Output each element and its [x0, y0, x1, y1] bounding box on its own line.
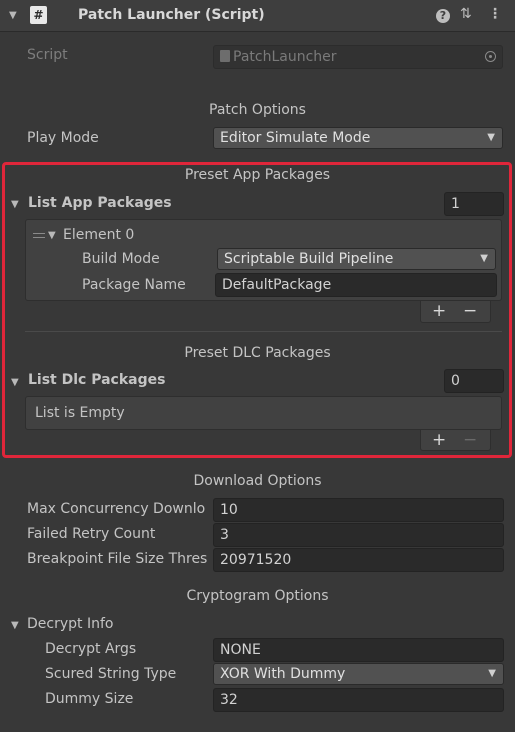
script-object-field[interactable]: PatchLauncher	[213, 45, 503, 69]
list-app-packages-label[interactable]: List App Packages	[28, 195, 172, 211]
dummy-size-input[interactable]: 32	[213, 688, 504, 712]
play-mode-label: Play Mode	[27, 130, 99, 146]
menu-icon[interactable]: ⋮	[488, 6, 502, 22]
component-foldout-icon[interactable]: ▼	[9, 10, 17, 21]
package-name-label: Package Name	[82, 277, 186, 293]
string-type-label: Scured String Type	[45, 666, 177, 682]
component-enabled-checkbox[interactable]	[56, 8, 70, 22]
breakpoint-file-size-label: Breakpoint File Size Thres	[27, 551, 208, 567]
decrypt-info-foldout-icon[interactable]: ▼	[11, 620, 19, 631]
decrypt-args-input[interactable]: NONE	[213, 638, 504, 662]
component-header: ▼ # Patch Launcher (Script) ? ⇅ ⋮	[0, 0, 515, 32]
dlc-packages-count: 0	[451, 373, 460, 389]
failed-retry-count-label: Failed Retry Count	[27, 526, 156, 542]
remove-element-button[interactable]: −	[463, 303, 477, 320]
separator	[25, 331, 502, 332]
preset-dlc-packages-header: Preset DLC Packages	[184, 345, 331, 361]
list-empty-text: List is Empty	[35, 405, 125, 421]
dummy-size-value: 32	[220, 692, 238, 708]
app-packages-list-footer: + −	[420, 301, 491, 323]
add-element-button[interactable]: +	[432, 303, 446, 320]
max-concurrency-label: Max Concurrency Downlo	[27, 501, 206, 517]
dummy-size-label: Dummy Size	[45, 691, 134, 707]
package-name-input[interactable]: DefaultPackage	[215, 273, 497, 297]
decrypt-args-label: Decrypt Args	[45, 641, 137, 657]
dropdown-arrow-icon: ▼	[488, 668, 496, 679]
script-icon: #	[30, 6, 47, 24]
element-0-label[interactable]: Element 0	[63, 227, 134, 243]
dropdown-arrow-icon: ▼	[480, 253, 488, 264]
play-mode-value: Editor Simulate Mode	[220, 130, 371, 146]
presets-icon[interactable]: ⇅	[460, 6, 472, 22]
max-concurrency-value: 10	[220, 502, 238, 518]
dlc-packages-count-field[interactable]: 0	[444, 369, 504, 393]
object-picker-icon[interactable]	[485, 51, 496, 62]
app-packages-foldout-icon[interactable]: ▼	[11, 199, 19, 210]
component-title: Patch Launcher (Script)	[78, 7, 265, 23]
add-element-button[interactable]: +	[432, 432, 446, 449]
help-icon[interactable]: ?	[436, 9, 450, 23]
string-type-value: XOR With Dummy	[220, 666, 346, 682]
failed-retry-count-value: 3	[220, 527, 229, 543]
decrypt-info-label[interactable]: Decrypt Info	[27, 616, 113, 632]
cryptogram-options-header: Cryptogram Options	[186, 588, 329, 604]
list-dlc-packages-label[interactable]: List Dlc Packages	[28, 372, 165, 388]
app-packages-list: ▼ Element 0 Build Mode Scriptable Build …	[25, 219, 502, 301]
decrypt-args-value: NONE	[220, 642, 261, 658]
app-packages-count: 1	[451, 196, 460, 212]
drag-handle-icon[interactable]	[33, 233, 45, 238]
element-foldout-icon[interactable]: ▼	[48, 230, 56, 241]
dlc-packages-foldout-icon[interactable]: ▼	[11, 377, 19, 388]
package-name-value: DefaultPackage	[222, 277, 332, 293]
dlc-packages-list-footer: + −	[420, 430, 491, 451]
patch-options-header: Patch Options	[209, 102, 306, 118]
dlc-packages-list: List is Empty	[25, 396, 502, 430]
build-mode-dropdown[interactable]: Scriptable Build Pipeline ▼	[217, 248, 496, 270]
preset-app-packages-header: Preset App Packages	[184, 167, 331, 183]
script-file-icon	[220, 50, 230, 62]
breakpoint-file-size-value: 20971520	[220, 552, 292, 568]
play-mode-dropdown[interactable]: Editor Simulate Mode ▼	[213, 127, 503, 149]
failed-retry-count-input[interactable]: 3	[213, 523, 504, 547]
app-packages-count-field[interactable]: 1	[444, 192, 504, 216]
build-mode-value: Scriptable Build Pipeline	[224, 251, 394, 267]
max-concurrency-input[interactable]: 10	[213, 498, 504, 522]
download-options-header: Download Options	[193, 473, 322, 489]
script-value: PatchLauncher	[233, 49, 337, 65]
build-mode-label: Build Mode	[82, 251, 160, 267]
script-label: Script	[27, 47, 68, 63]
dropdown-arrow-icon: ▼	[487, 132, 495, 143]
breakpoint-file-size-input[interactable]: 20971520	[213, 548, 504, 572]
string-type-dropdown[interactable]: XOR With Dummy ▼	[213, 663, 504, 685]
remove-element-button[interactable]: −	[463, 432, 477, 449]
